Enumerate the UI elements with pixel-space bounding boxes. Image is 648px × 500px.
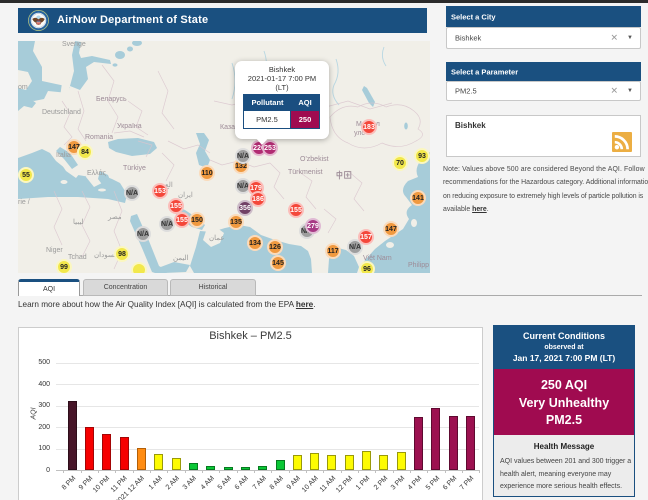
svg-text:Беларусь: Беларусь xyxy=(96,96,127,103)
svg-text:O'zbekist: O'zbekist xyxy=(300,156,329,163)
svg-text:Україна: Україна xyxy=(117,123,142,130)
svg-text:Deutschland: Deutschland xyxy=(42,109,81,116)
svg-text:Sverige: Sverige xyxy=(62,41,86,48)
svg-text:اليمن: اليمن xyxy=(173,254,189,262)
svg-text:Tchad: Tchad xyxy=(68,254,87,261)
svg-text:Türkmenist: Türkmenist xyxy=(288,169,323,176)
svg-text:ایران: ایران xyxy=(178,191,193,199)
svg-text:Ελλάς: Ελλάς xyxy=(87,169,107,177)
svg-text:مصر: مصر xyxy=(107,214,122,221)
svg-text:Philipp: Philipp xyxy=(408,262,429,269)
svg-text:om: om xyxy=(18,84,28,91)
svg-text:ليبيا: ليبيا xyxy=(73,218,84,226)
svg-text:rie /: rie / xyxy=(18,199,30,206)
svg-text:Türkiye: Türkiye xyxy=(123,165,146,172)
svg-text:Romania: Romania xyxy=(85,134,113,141)
svg-text:عمان: عمان xyxy=(209,234,225,242)
svg-text:Niger: Niger xyxy=(46,247,63,254)
